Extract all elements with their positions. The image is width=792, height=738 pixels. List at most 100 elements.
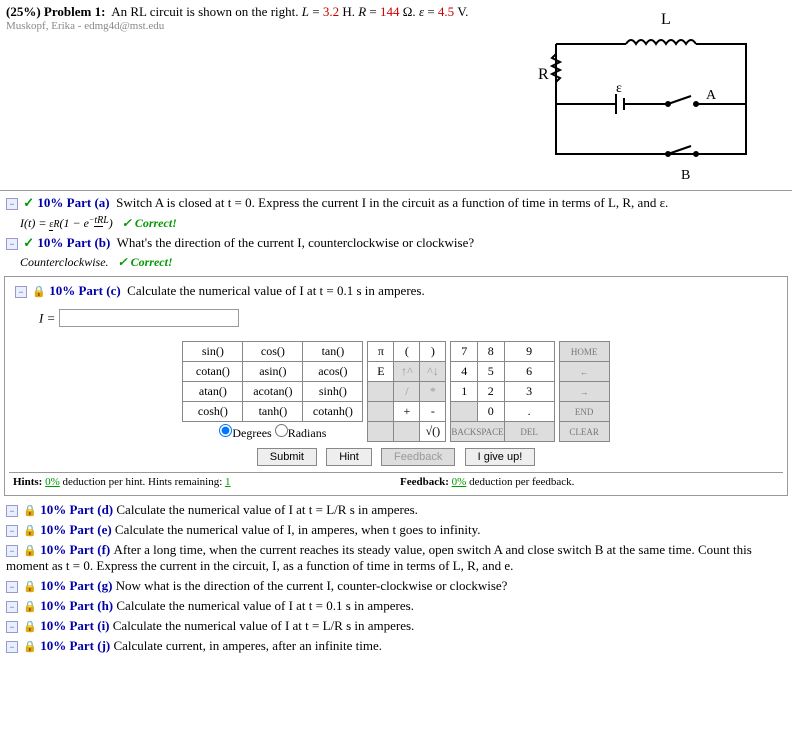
- key-end[interactable]: END: [559, 402, 609, 422]
- key-sin[interactable]: sin(): [183, 342, 243, 362]
- lock-icon: 🔒: [23, 581, 37, 593]
- key-rparen[interactable]: ): [420, 342, 446, 362]
- key-plus[interactable]: +: [394, 402, 420, 422]
- radians-radio[interactable]: [275, 424, 288, 437]
- key-home[interactable]: HOME: [559, 342, 609, 362]
- number-keypad: 789 456 123 0. BACKSPACEDEL: [450, 341, 554, 442]
- key-up[interactable]: ↑^: [394, 362, 420, 382]
- part-f: − 🔒 10% Part (f) After a long time, when…: [0, 540, 792, 576]
- giveup-button[interactable]: I give up!: [465, 448, 536, 466]
- key-5[interactable]: 5: [477, 362, 504, 382]
- part-d: − 🔒 10% Part (d) Calculate the numerical…: [0, 500, 792, 520]
- collapse-icon[interactable]: −: [6, 601, 18, 613]
- key-9[interactable]: 9: [504, 342, 554, 362]
- key-8[interactable]: 8: [477, 342, 504, 362]
- key-4[interactable]: 4: [451, 362, 478, 382]
- part-c-text: Calculate the numerical value of I at t …: [127, 283, 425, 298]
- part-i-text: Calculate the numerical value of I at t …: [113, 618, 415, 633]
- key-0[interactable]: 0: [477, 402, 504, 422]
- key-acos[interactable]: acos(): [303, 362, 363, 382]
- key-cos[interactable]: cos(): [243, 342, 303, 362]
- key-lparen[interactable]: (: [394, 342, 420, 362]
- key-cosh[interactable]: cosh(): [183, 402, 243, 422]
- part-f-text: After a long time, when the current reac…: [6, 542, 752, 573]
- circuit-diagram: L R ε A B: [516, 4, 776, 184]
- key-dot[interactable]: .: [504, 402, 554, 422]
- part-j-text: Calculate current, in amperes, after an …: [113, 638, 382, 653]
- feedback-button: Feedback: [381, 448, 455, 466]
- key-2[interactable]: 2: [477, 382, 504, 402]
- part-h-text: Calculate the numerical value of I at t …: [116, 598, 414, 613]
- key-del[interactable]: DEL: [504, 422, 554, 442]
- part-c: − 🔒 10% Part (c) Calculate the numerical…: [4, 276, 788, 496]
- symbol-keypad: π() E↑^^↓ /* +- √(): [367, 341, 446, 442]
- collapse-icon[interactable]: −: [6, 545, 18, 557]
- key-cotanh[interactable]: cotanh(): [303, 402, 363, 422]
- lock-icon: 🔒: [23, 505, 37, 517]
- key-cotan[interactable]: cotan(): [183, 362, 243, 382]
- part-d-text: Calculate the numerical value of I at t …: [116, 502, 418, 517]
- key-backspace[interactable]: BACKSPACE: [451, 422, 504, 442]
- key-asin[interactable]: asin(): [243, 362, 303, 382]
- key-sinh[interactable]: sinh(): [303, 382, 363, 402]
- collapse-icon[interactable]: −: [6, 525, 18, 537]
- function-keypad: sin()cos()tan() cotan()asin()acos() atan…: [182, 341, 363, 442]
- part-a: − ✓ 10% Part (a) Switch A is closed at t…: [0, 193, 792, 213]
- problem-label: Problem 1:: [44, 4, 106, 19]
- problem-text: An RL circuit is shown on the right.: [111, 4, 298, 19]
- key-E[interactable]: E: [368, 362, 394, 382]
- key-tanh[interactable]: tanh(): [243, 402, 303, 422]
- keypad: sin()cos()tan() cotan()asin()acos() atan…: [9, 341, 783, 442]
- collapse-icon[interactable]: −: [6, 505, 18, 517]
- key-clear[interactable]: CLEAR: [559, 422, 609, 442]
- key-atan[interactable]: atan(): [183, 382, 243, 402]
- collapse-icon[interactable]: −: [6, 641, 18, 653]
- part-b-text: What's the direction of the current I, c…: [117, 235, 475, 250]
- lock-icon: 🔒: [32, 286, 46, 298]
- correct-label: ✓ Correct!: [118, 255, 173, 269]
- submit-button[interactable]: Submit: [257, 448, 317, 466]
- label-e: ε: [616, 81, 622, 96]
- key-acotan[interactable]: acotan(): [243, 382, 303, 402]
- part-b: − ✓ 10% Part (b) What's the direction of…: [0, 233, 792, 253]
- key-1[interactable]: 1: [451, 382, 478, 402]
- collapse-icon[interactable]: −: [6, 198, 18, 210]
- key-6[interactable]: 6: [504, 362, 554, 382]
- collapse-icon[interactable]: −: [15, 286, 27, 298]
- lock-icon: 🔒: [23, 601, 37, 613]
- key-minus[interactable]: -: [420, 402, 446, 422]
- problem-weight: (25%): [6, 4, 41, 19]
- lock-icon: 🔒: [23, 621, 37, 633]
- check-icon: ✓: [23, 195, 34, 210]
- key-7[interactable]: 7: [451, 342, 478, 362]
- part-e-text: Calculate the numerical value of I, in a…: [115, 522, 481, 537]
- answer-input[interactable]: [59, 309, 239, 327]
- part-j: − 🔒 10% Part (j) Calculate current, in a…: [0, 636, 792, 656]
- key-mul[interactable]: *: [420, 382, 446, 402]
- key-down[interactable]: ^↓: [420, 362, 446, 382]
- collapse-icon[interactable]: −: [6, 238, 18, 250]
- key-tan[interactable]: tan(): [303, 342, 363, 362]
- collapse-icon[interactable]: −: [6, 621, 18, 633]
- key-div[interactable]: /: [394, 382, 420, 402]
- label-B: B: [681, 168, 690, 183]
- lock-icon: 🔒: [23, 641, 37, 653]
- part-b-answer: Counterclockwise. ✓ Correct!: [0, 253, 792, 272]
- key-left[interactable]: ←: [559, 362, 609, 382]
- part-h: − 🔒 10% Part (h) Calculate the numerical…: [0, 596, 792, 616]
- collapse-icon[interactable]: −: [6, 581, 18, 593]
- part-a-text: Switch A is closed at t = 0. Express the…: [116, 195, 668, 210]
- hints-row: Hints: 0% deduction per hint. Hints rema…: [9, 472, 783, 491]
- answer-var: I =: [39, 311, 55, 326]
- nav-keypad: HOME ← → END CLEAR: [559, 341, 610, 442]
- key-sqrt[interactable]: √(): [420, 422, 446, 442]
- button-row: Submit Hint Feedback I give up!: [9, 448, 783, 466]
- correct-label: ✓ Correct!: [122, 216, 177, 230]
- key-3[interactable]: 3: [504, 382, 554, 402]
- key-right[interactable]: →: [559, 382, 609, 402]
- check-icon: ✓: [23, 235, 34, 250]
- lock-icon: 🔒: [23, 545, 37, 557]
- hint-button[interactable]: Hint: [326, 448, 372, 466]
- key-pi[interactable]: π: [368, 342, 394, 362]
- degrees-radio[interactable]: [219, 424, 232, 437]
